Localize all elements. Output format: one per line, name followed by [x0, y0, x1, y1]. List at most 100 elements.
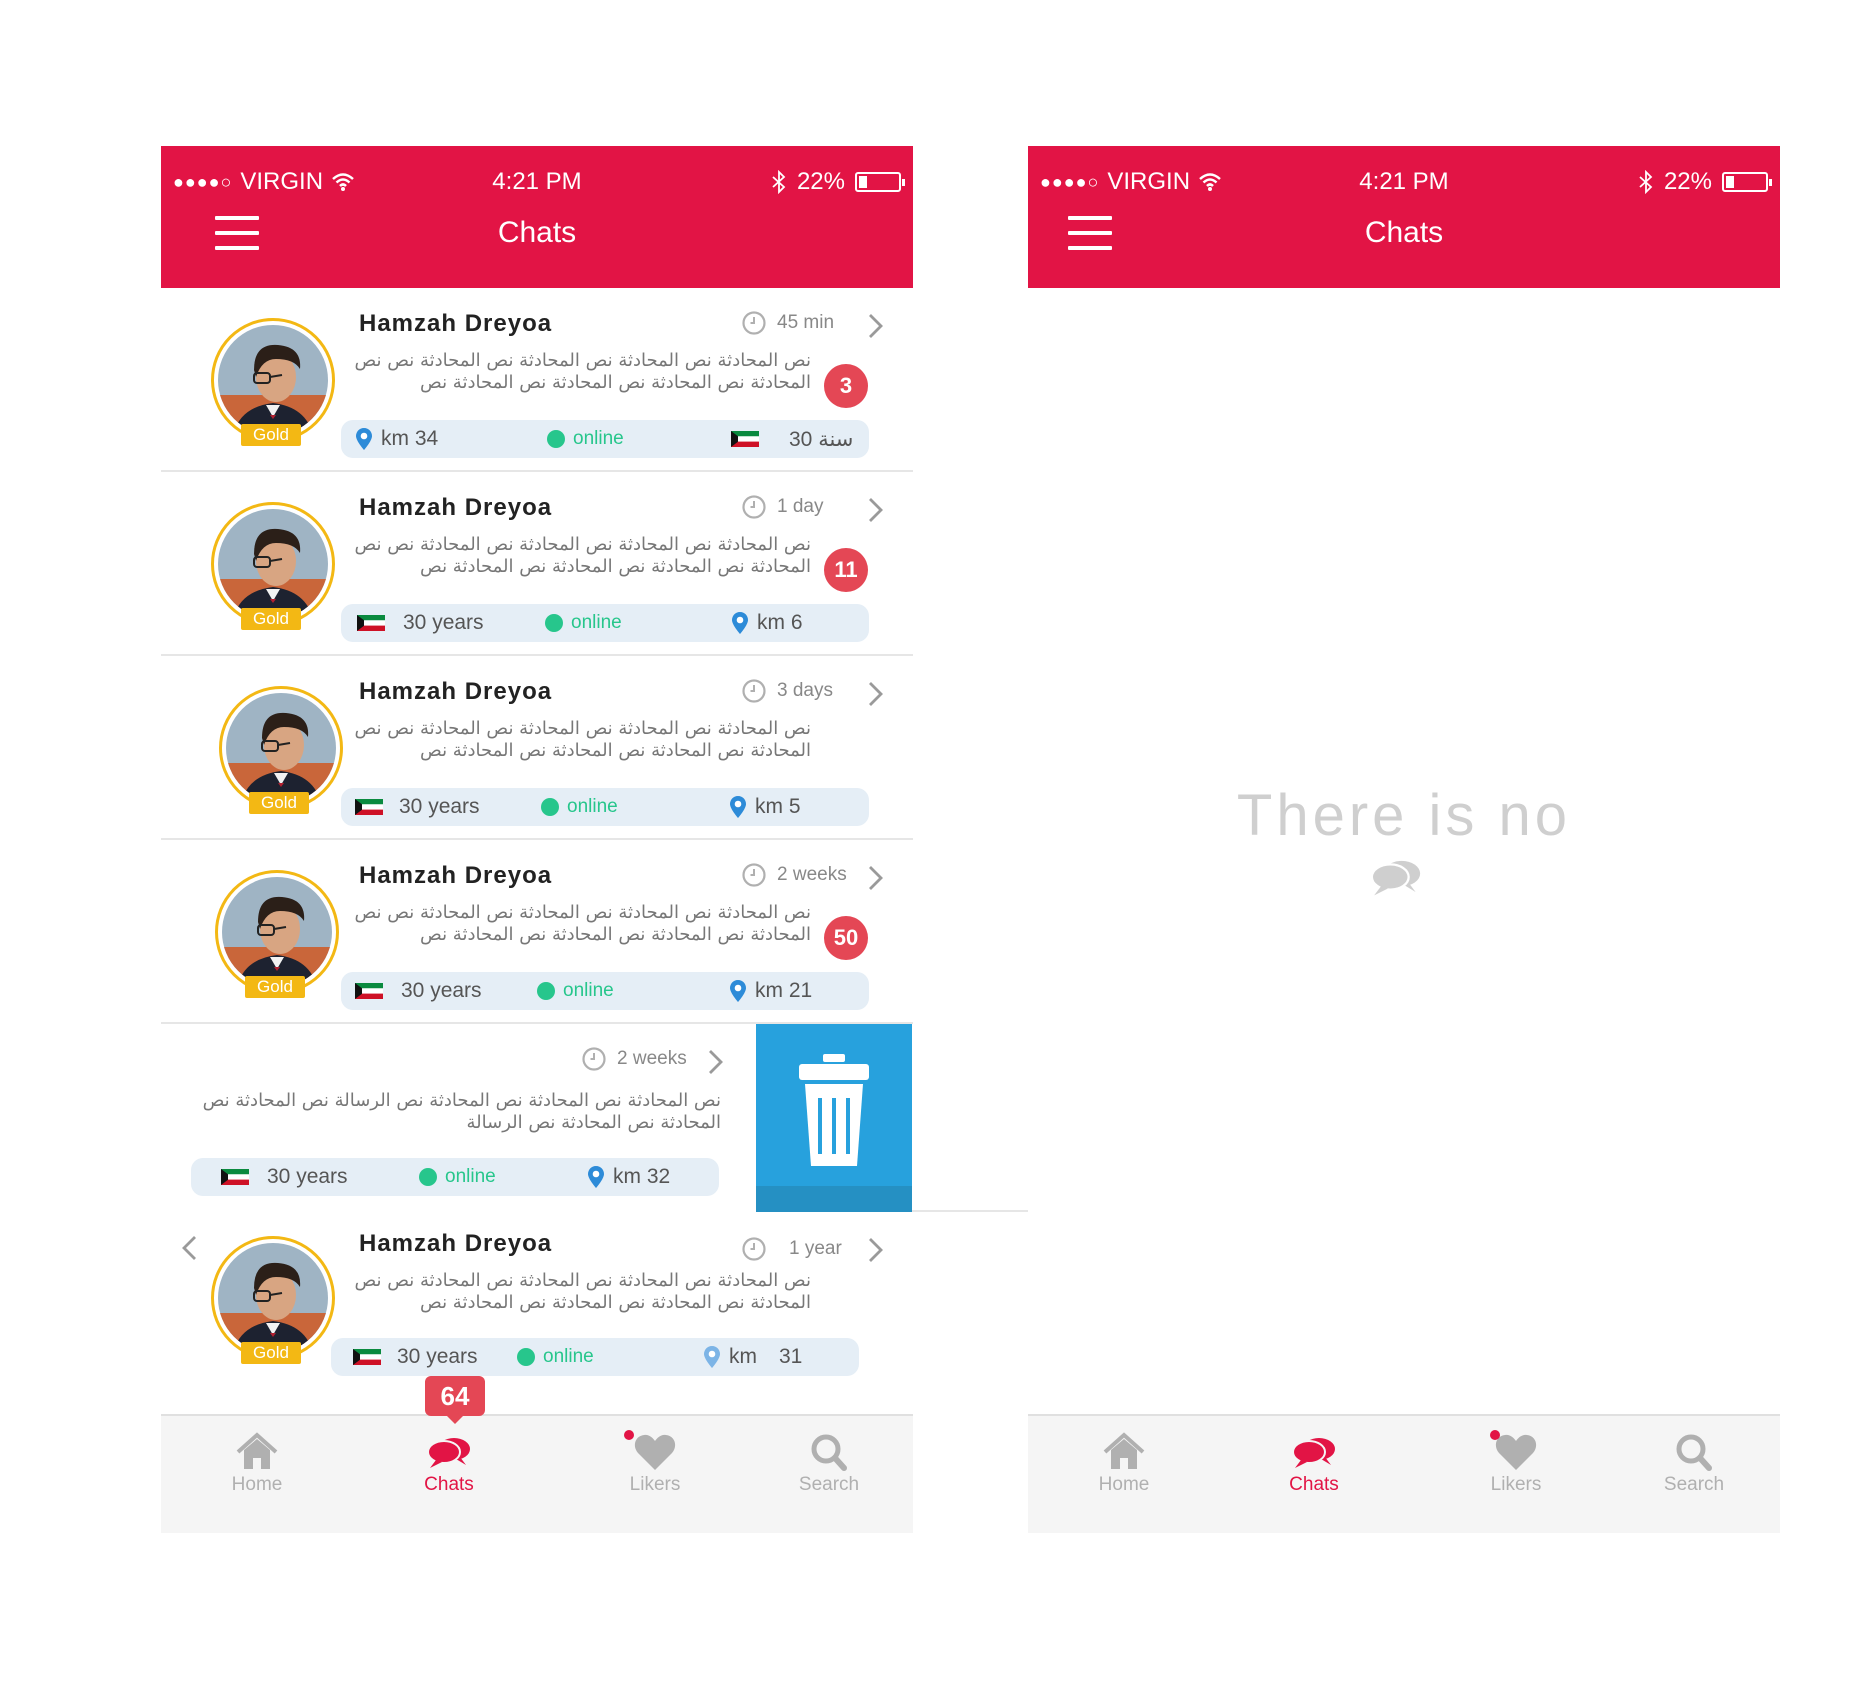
nav-chats[interactable]: Chats	[1254, 1432, 1374, 1496]
bluetooth-icon	[772, 170, 786, 194]
bluetooth-icon	[1639, 170, 1653, 194]
message-time: 45 min	[777, 312, 835, 333]
trash-icon	[799, 1054, 869, 1166]
message-preview: نص المحادثة نص المحادثة نص المحادثة نص ا…	[354, 534, 811, 577]
age: 30 years	[401, 979, 482, 1002]
contact-name: Hamzah Dreyoa	[359, 678, 553, 705]
status-bar: ●●●●○ VIRGIN 4:21 PM 22%	[161, 168, 913, 196]
battery-percent: 22%	[1663, 168, 1712, 195]
chevron-right-icon[interactable]	[705, 1048, 727, 1076]
chat-row[interactable]: Gold Hamzah Dreyoa 1 year نص المحادثة نص…	[161, 1212, 913, 1412]
online-indicator	[419, 1168, 437, 1186]
distance-unit: km	[729, 1345, 757, 1368]
chats-unread-badge: 64	[425, 1376, 485, 1424]
bottom-nav: Home Chats 64 Likers Search	[161, 1376, 913, 1533]
unread-count-badge: 11	[824, 548, 868, 592]
kuwait-flag-icon	[357, 615, 385, 631]
chevron-right-icon[interactable]	[865, 864, 887, 892]
profile-info-bar: 30 years online km 6	[341, 604, 869, 642]
online-indicator	[541, 798, 559, 816]
age: 30 سنة	[789, 427, 854, 451]
distance-value: 31	[779, 1345, 803, 1368]
gold-badge: Gold	[241, 1342, 301, 1364]
chat-row[interactable]: Gold Hamzah Dreyoa 2 weeks نص المحادثة ن…	[161, 840, 913, 1024]
chevron-right-icon[interactable]	[865, 496, 887, 524]
location-pin-icon	[730, 796, 746, 818]
message-preview: نص المحادثة نص المحادثة نص المحادثة نص ا…	[354, 718, 811, 761]
nav-chats[interactable]: Chats	[389, 1432, 509, 1496]
gold-badge: Gold	[245, 976, 305, 998]
search-icon	[1676, 1434, 1712, 1471]
clock-icon	[742, 863, 766, 887]
profile-info-bar: 30 years online km 32	[191, 1158, 719, 1196]
heart-icon	[634, 1434, 676, 1470]
home-icon	[1103, 1432, 1145, 1469]
message-preview: نص المحادثة نص المحادثة نص المحادثة نص ا…	[354, 1270, 811, 1313]
battery-icon	[1722, 172, 1772, 192]
online-indicator	[547, 430, 565, 448]
nav-home[interactable]: Home	[197, 1432, 317, 1496]
avatar-photo	[218, 1243, 328, 1353]
gold-badge: Gold	[241, 608, 301, 630]
chevron-left-icon[interactable]	[179, 1234, 201, 1262]
kuwait-flag-icon	[221, 1169, 249, 1185]
distance: km 5	[755, 795, 801, 818]
age: 30 years	[397, 1345, 478, 1368]
search-icon	[811, 1434, 847, 1471]
message-preview: نص المحادثة نص المحادثة نص المحادثة نص ا…	[202, 1090, 721, 1133]
empty-state-text: There is no	[1236, 783, 1572, 848]
battery-percent: 22%	[796, 168, 845, 195]
chat-row[interactable]: Gold Hamzah Dreyoa 45 min نص المحادثة نص…	[161, 288, 913, 472]
message-time: 2 weeks	[777, 864, 847, 885]
profile-info-bar: 30 years online km 21	[341, 972, 869, 1010]
gold-badge: Gold	[249, 792, 309, 814]
bottom-nav: Home Chats Likers Search	[1028, 1414, 1780, 1533]
clock-icon	[742, 679, 766, 703]
avatar-photo	[218, 325, 328, 435]
nav-search[interactable]: Search	[1634, 1432, 1754, 1496]
online-status: online	[571, 612, 622, 633]
chevron-right-icon[interactable]	[865, 1236, 887, 1264]
profile-info-bar: 30 years online km 31	[331, 1338, 859, 1376]
nav-likers[interactable]: Likers	[595, 1432, 715, 1496]
clock-icon	[742, 1237, 766, 1261]
chat-row[interactable]: Gold Hamzah Dreyoa 1 day نص المحادثة نص …	[161, 472, 913, 656]
online-status: online	[563, 980, 614, 1001]
battery-level	[1726, 176, 1734, 188]
likers-notification-dot	[1490, 1430, 1500, 1440]
location-pin-icon	[732, 612, 748, 634]
age: 30 years	[267, 1165, 348, 1188]
battery-icon	[855, 172, 905, 192]
online-status: online	[445, 1166, 496, 1187]
nav-home[interactable]: Home	[1064, 1432, 1184, 1496]
unread-count-badge: 50	[824, 916, 868, 960]
location-pin-icon	[356, 428, 372, 450]
online-indicator	[545, 614, 563, 632]
empty-chats-screen: ●●●●○ VIRGIN 4:21 PM 22% Chats There is …	[1028, 146, 1780, 1533]
app-header: ●●●●○ VIRGIN 4:21 PM 22% Chats	[1028, 146, 1780, 288]
page-title: Chats	[1364, 216, 1444, 249]
message-time: 3 days	[777, 680, 833, 701]
nav-search[interactable]: Search	[769, 1432, 889, 1496]
location-pin-icon	[588, 1166, 604, 1188]
chevron-right-icon[interactable]	[865, 680, 887, 708]
message-time: 1 year	[789, 1238, 842, 1259]
nav-likers[interactable]: Likers	[1456, 1432, 1576, 1496]
kuwait-flag-icon	[353, 1349, 381, 1365]
chevron-right-icon[interactable]	[865, 312, 887, 340]
distance: km 21	[755, 979, 813, 1002]
clock-icon	[742, 311, 766, 335]
swiped-chat-row[interactable]: 2 weeks نص المحادثة نص المحادثة نص المحا…	[161, 1024, 1030, 1212]
online-indicator	[537, 982, 555, 1000]
gold-badge: Gold	[241, 424, 301, 446]
kuwait-flag-icon	[355, 799, 383, 815]
contact-name: Hamzah Dreyoa	[359, 494, 553, 521]
avatar-photo	[226, 693, 336, 803]
battery-level	[859, 176, 867, 188]
online-indicator	[517, 1348, 535, 1366]
unread-count-badge: 3	[824, 364, 868, 408]
chat-bubbles-icon	[427, 1438, 470, 1468]
delete-button[interactable]	[756, 1024, 912, 1212]
chat-row[interactable]: Gold Hamzah Dreyoa 3 days نص المحادثة نص…	[161, 656, 913, 840]
online-status: online	[567, 796, 618, 817]
